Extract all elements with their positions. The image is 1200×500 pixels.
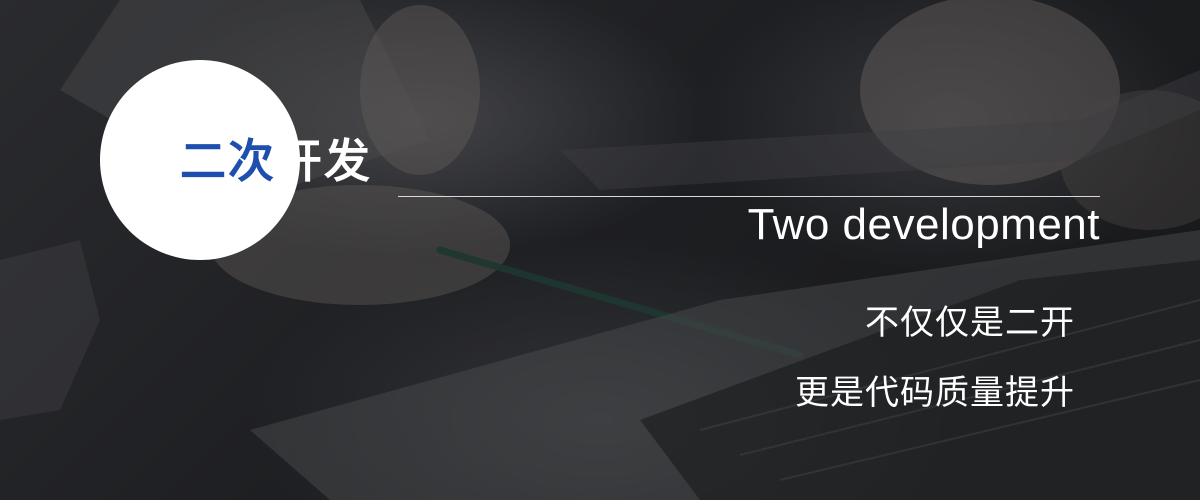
title-highlight: 二次 — [180, 134, 276, 188]
tagline-line-1: 不仅仅是二开 — [865, 303, 1075, 343]
hero-banner: 二次开发 Two development 不仅仅是二开 更是代码质量提升 — [0, 0, 1200, 500]
title-divider — [398, 196, 1100, 197]
english-subtitle: Two development — [747, 200, 1100, 249]
tagline-line-2: 更是代码质量提升 — [795, 373, 1075, 413]
banner-title: 二次开发 — [180, 138, 372, 184]
title-rest: 开发 — [276, 134, 372, 188]
